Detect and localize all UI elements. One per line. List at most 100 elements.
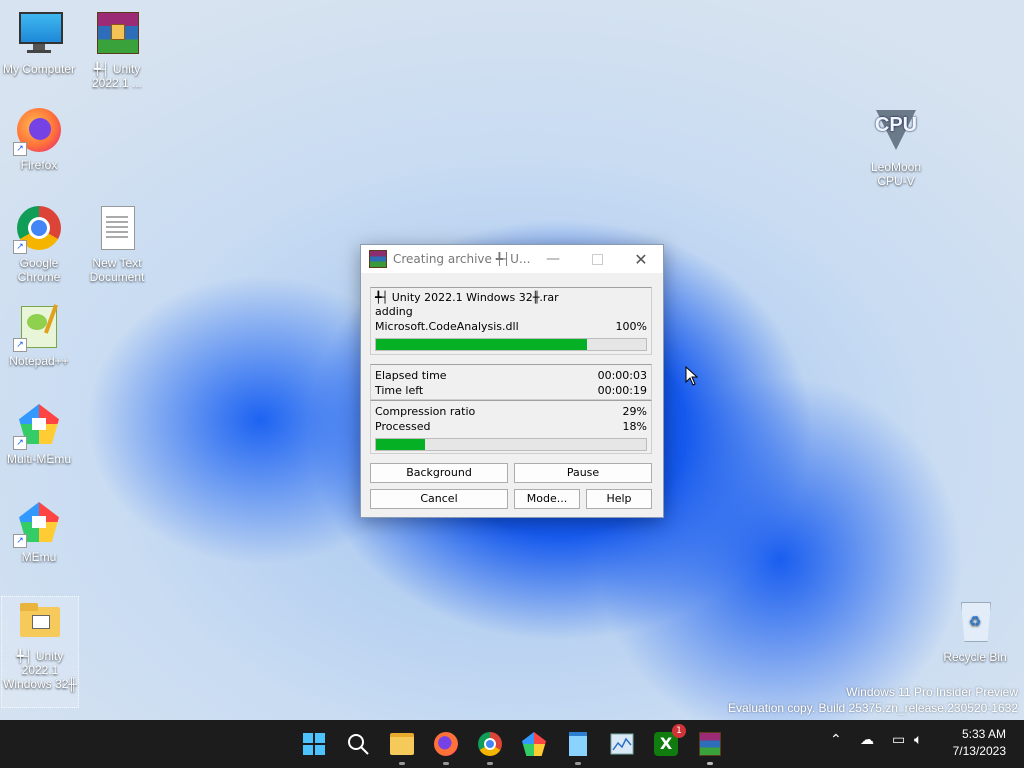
- desktop-icon-label: Multi-MEmu: [6, 452, 71, 466]
- archive-progress-dialog: Creating archive ╇┤U... — ✕ ╇┤ Unity 202…: [360, 244, 664, 518]
- close-button[interactable]: ✕: [619, 245, 663, 273]
- background-button[interactable]: Background: [370, 463, 508, 483]
- total-progress-bar: [375, 438, 647, 451]
- taskbar-firefox[interactable]: [432, 730, 460, 758]
- start-button[interactable]: [300, 730, 328, 758]
- chrome-icon: ↗: [13, 204, 63, 254]
- taskbar-chrome[interactable]: [476, 730, 504, 758]
- monitor-icon: [15, 10, 63, 58]
- action-text: adding: [375, 305, 413, 318]
- desktop-icon-notepad-plus-plus[interactable]: ↗ Notepad++: [1, 302, 77, 368]
- time-left-row: Time left 00:00:19: [371, 383, 651, 398]
- network-tray[interactable]: ▭: [892, 732, 905, 748]
- archive-name: ╇┤ Unity 2022.1 Windows 32╫.rar: [375, 291, 559, 304]
- desktop-icon-google-chrome[interactable]: ↗ Google Chrome: [1, 204, 77, 284]
- desktop-icon-firefox[interactable]: ↗ Firefox: [1, 106, 77, 172]
- cancel-button[interactable]: Cancel: [370, 489, 508, 509]
- desktop-icon-new-text-document[interactable]: New Text Document: [79, 204, 155, 284]
- windows-watermark: Windows 11 Pro Insider Preview Evaluatio…: [728, 684, 1018, 716]
- folder-icon: [16, 597, 64, 645]
- notification-badge: 1: [672, 724, 686, 738]
- desktop-icon-label: Google Chrome: [17, 256, 61, 284]
- windows-logo-icon: [303, 733, 325, 755]
- running-indicator: [399, 762, 405, 765]
- shortcut-arrow-icon: ↗: [13, 534, 27, 548]
- minimize-button[interactable]: —: [531, 245, 575, 273]
- shortcut-arrow-icon: ↗: [13, 338, 27, 352]
- processed-value: 18%: [622, 420, 647, 433]
- mouse-cursor-icon: [685, 366, 699, 386]
- desktop-icon-label: LeoMoon CPU-V: [870, 160, 922, 188]
- onedrive-tray[interactable]: ☁: [860, 732, 874, 748]
- clock-date: 7/13/2023: [952, 744, 1006, 758]
- processed-label: Processed: [375, 420, 431, 433]
- total-progress-fill: [376, 439, 425, 450]
- file-progress-bar: [375, 338, 647, 351]
- notepad-icon: [569, 732, 587, 756]
- desktop-icon-recycle-bin[interactable]: ♻ Recycle Bin: [937, 598, 1013, 664]
- compression-ratio-value: 29%: [622, 405, 647, 418]
- taskbar-notepad[interactable]: [564, 730, 592, 758]
- search-button[interactable]: [344, 730, 372, 758]
- desktop-icon-memu[interactable]: ↗ MEmu: [1, 498, 77, 564]
- desktop-icon-label: ╇┤ Unity 2022.1 ...: [91, 62, 143, 90]
- taskbar-memu[interactable]: [520, 730, 548, 758]
- volume-icon: 🔈︎: [914, 732, 923, 748]
- maximize-button: [575, 245, 619, 273]
- network-icon: ▭: [892, 732, 906, 748]
- desktop-icon-winrar-archive[interactable]: ╇┤ Unity 2022.1 ...: [79, 10, 155, 90]
- desktop-icon-leomoon-cpu-v[interactable]: CPU LeoMoon CPU-V: [858, 108, 934, 188]
- dialog-titlebar[interactable]: Creating archive ╇┤U... — ✕: [361, 245, 663, 273]
- compression-ratio-row: Compression ratio 29%: [371, 404, 651, 419]
- notepad-plus-plus-icon: ↗: [13, 302, 63, 352]
- current-file-name: Microsoft.CodeAnalysis.dll: [375, 320, 519, 333]
- taskbar-task-manager[interactable]: [608, 730, 636, 758]
- cpu-v-icon: CPU: [872, 108, 920, 156]
- elapsed-time-row: Elapsed time 00:00:03: [371, 368, 651, 383]
- multi-memu-icon: ↗: [13, 400, 63, 450]
- running-indicator: [443, 762, 449, 765]
- processed-row: Processed 18%: [371, 419, 651, 434]
- pause-button[interactable]: Pause: [514, 463, 652, 483]
- elapsed-time-label: Elapsed time: [375, 369, 447, 382]
- file-progress-percent: 100%: [615, 320, 647, 333]
- memu-icon: [522, 732, 546, 756]
- help-button[interactable]: Help: [586, 489, 652, 509]
- dialog-title: Creating archive ╇┤U...: [393, 252, 531, 266]
- desktop-icon-label: Recycle Bin: [943, 650, 1007, 664]
- text-document-icon: [93, 204, 141, 252]
- show-hidden-icons-button[interactable]: ⌃: [830, 732, 842, 748]
- taskbar: X 1 ⌃ ☁ ▭ 🔈︎ 5:33 AM 7/13/2023: [0, 720, 1024, 768]
- taskbar-winrar[interactable]: [696, 730, 724, 758]
- running-indicator: [575, 762, 581, 765]
- firefox-icon: [434, 732, 458, 756]
- search-icon: [348, 734, 369, 755]
- system-clock[interactable]: 5:33 AM 7/13/2023: [953, 726, 1006, 760]
- close-icon: ✕: [634, 249, 648, 269]
- chevron-up-icon: ⌃: [830, 732, 842, 748]
- mode-button[interactable]: Mode...: [514, 489, 580, 509]
- time-panel: Elapsed time 00:00:03 Time left 00:00:19: [370, 364, 652, 400]
- chrome-icon: [478, 732, 502, 756]
- desktop-icon-label: Notepad++: [9, 354, 69, 368]
- file-progress-panel: ╇┤ Unity 2022.1 Windows 32╫.rar adding M…: [370, 287, 652, 355]
- firefox-icon: ↗: [13, 106, 63, 156]
- taskbar-file-explorer[interactable]: [388, 730, 416, 758]
- watermark-edition: Windows 11 Pro Insider Preview: [846, 685, 1018, 699]
- desktop-icon-label: New Text Document: [89, 256, 145, 284]
- minimize-icon: —: [546, 251, 560, 267]
- running-indicator: [707, 762, 713, 765]
- desktop-icon-label: My Computer: [2, 62, 76, 76]
- volume-tray[interactable]: 🔈︎: [914, 732, 922, 748]
- taskbar-xbox[interactable]: X 1: [652, 724, 686, 758]
- compression-ratio-label: Compression ratio: [375, 405, 476, 418]
- desktop-icon-multi-memu[interactable]: ↗ Multi-MEmu: [1, 400, 77, 466]
- shortcut-arrow-icon: ↗: [13, 436, 27, 450]
- cpu-logo-text: CPU: [874, 114, 918, 136]
- watermark-build: Evaluation copy. Build 25375.zn_release.…: [728, 701, 1018, 715]
- desktop-icon-unity-folder[interactable]: ╇┤ Unity 2022.1 Windows 32╫: [1, 596, 79, 708]
- desktop-icon-my-computer[interactable]: My Computer: [1, 10, 77, 76]
- folder-icon: [390, 733, 414, 755]
- time-left-label: Time left: [375, 384, 424, 397]
- winrar-icon: [699, 732, 721, 756]
